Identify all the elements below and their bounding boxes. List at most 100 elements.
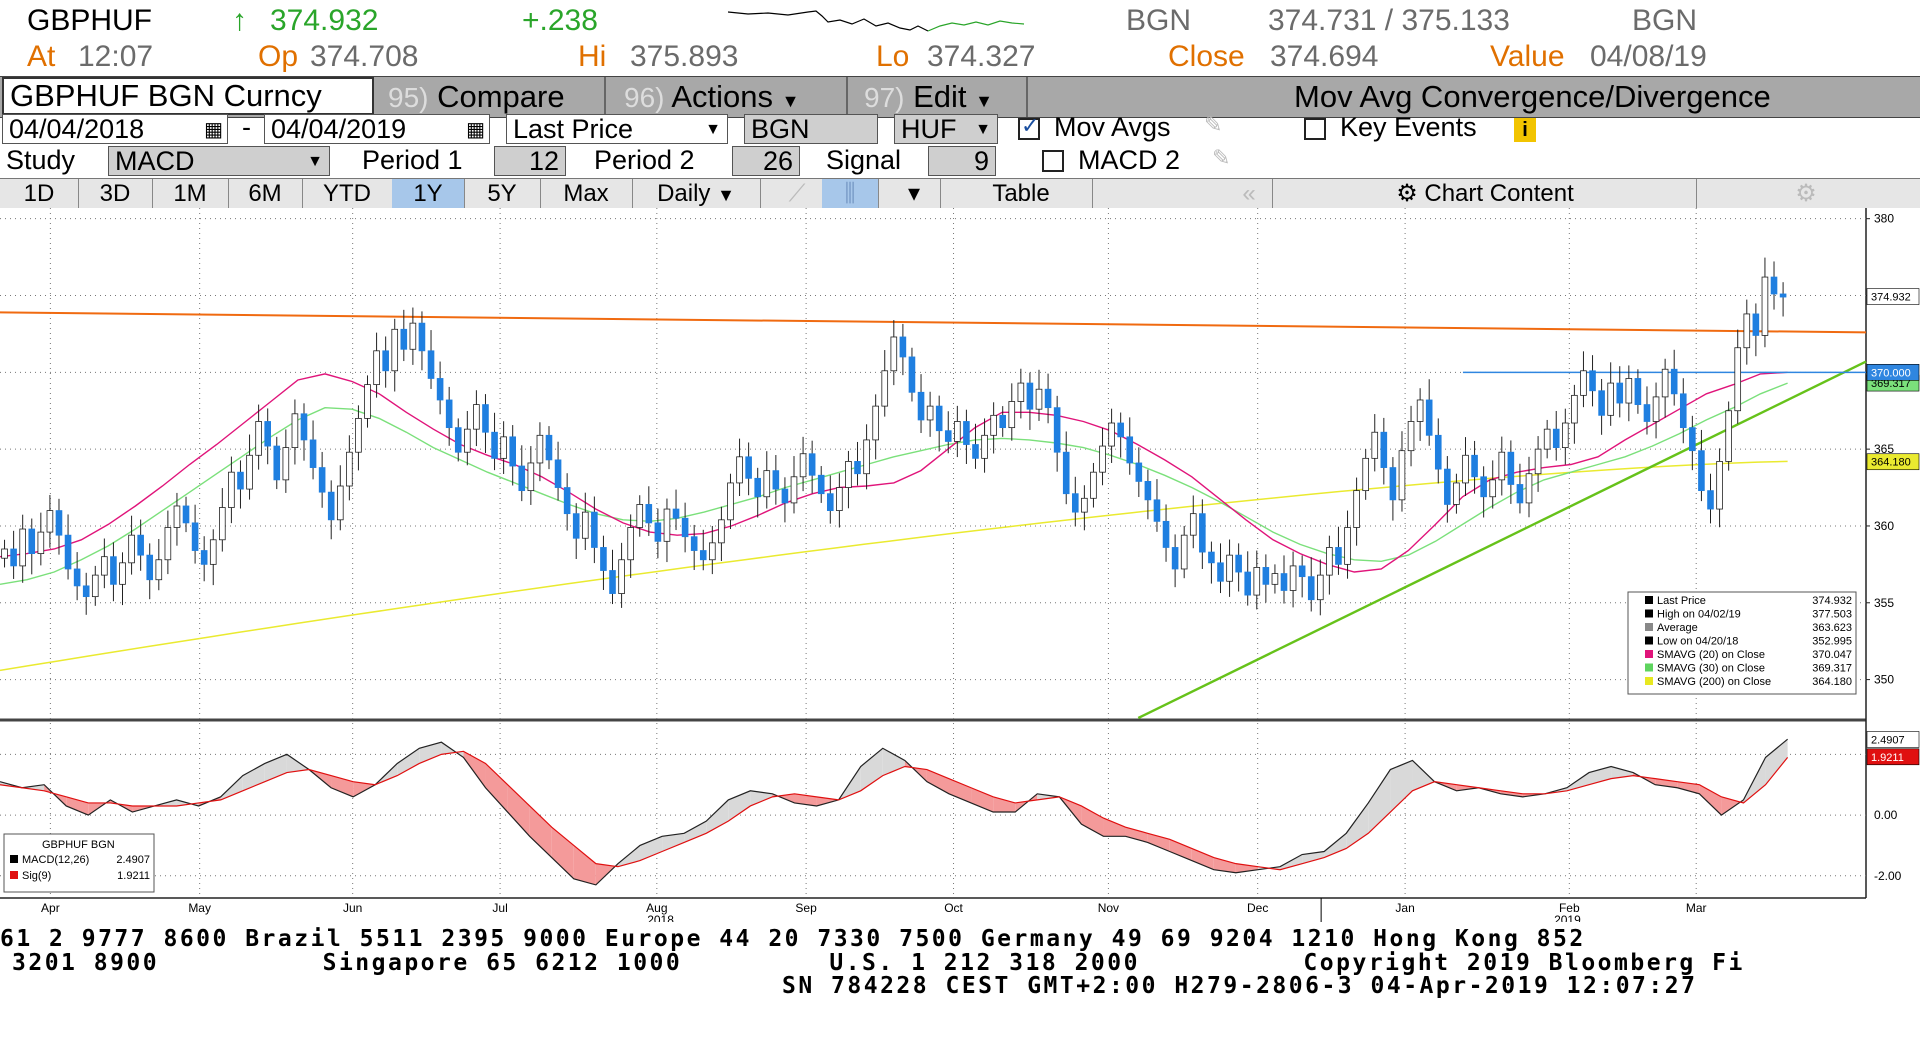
candle-body [346,451,353,487]
candle-body [663,508,671,542]
end-date-field[interactable]: 04/04/2019 ▦ [264,114,490,144]
signal-field[interactable]: 9 [928,146,996,176]
source-field[interactable]: BGN [744,114,878,144]
candle-body [1335,547,1342,565]
candle-body [1298,565,1306,578]
frequency-select[interactable]: Daily ▼ [632,179,761,209]
actions-menu[interactable]: 96) Actions ▼ [624,77,800,117]
pencil-icon[interactable]: ✎ [1212,145,1230,171]
pencil-icon[interactable]: ✎ [1204,112,1222,138]
candle-body [1353,490,1360,528]
candle-body [536,434,544,464]
candle-body [1589,370,1596,392]
month-tick-label: May [188,901,211,915]
candle-body [1643,404,1651,422]
candle-body [672,508,680,519]
year-label: 2019 [1554,913,1581,922]
signal-legend-swatch [10,871,18,879]
candle-body [1,548,8,559]
candle-body [727,482,734,521]
candle-body [926,405,934,421]
candle-body [119,562,126,585]
start-date-field[interactable]: 04/04/2018 ▦ [2,114,228,144]
candle-body [527,462,535,492]
candle-chart-icon[interactable]: ⫼ [822,179,879,209]
candle-body [400,328,408,350]
tab-3d[interactable]: 3D [78,179,153,209]
candle-body [799,453,807,478]
compare-menu[interactable]: 95) Compare [388,77,565,117]
period1-field[interactable]: 12 [494,146,566,176]
candle-body [736,456,743,484]
calendar-icon[interactable]: ▦ [466,116,485,144]
edit-menu[interactable]: 97) Edit ▼ [864,77,993,117]
candle-body [772,470,780,490]
candle-body [1425,399,1433,436]
candle-body [690,536,698,551]
settings-gear-icon[interactable]: ⚙ [1696,179,1916,209]
calendar-icon[interactable]: ▦ [204,116,223,144]
period2-label: Period 2 [594,145,695,175]
candle-body [155,559,163,581]
tab-6m[interactable]: 6M [228,179,303,209]
candle-body [101,556,108,576]
security-field[interactable]: GBPHUF BGN Curncy [2,77,374,115]
tab-1m[interactable]: 1M [152,179,229,209]
candle-body [1126,436,1134,464]
candle-body [854,461,861,475]
legend-swatch [1645,650,1653,658]
study-value: MACD [115,146,195,176]
currency-select[interactable]: HUF ▼ [894,114,998,144]
candle-body [336,485,344,521]
last-price: 374.932 [270,4,379,37]
candle-body [1670,368,1678,395]
candle-body [1144,480,1152,501]
candle-body [1552,428,1560,448]
tab-5y[interactable]: 5Y [464,179,541,209]
chart-content-button[interactable]: ⚙ Chart Content [1274,179,1697,209]
candle-body [1779,293,1787,298]
info-icon[interactable]: i [1514,118,1536,142]
legend-label: Average [1657,622,1698,634]
chart-type-dropdown-icon[interactable]: ▾ [888,179,941,209]
candle-body [291,413,299,449]
candle-body [718,519,725,544]
collapse-icon[interactable]: « [1226,179,1273,209]
mov-avgs-checkbox[interactable]: ✓ [1018,113,1040,140]
candle-body [645,504,653,524]
candle-body [1180,534,1188,570]
tab-1d[interactable]: 1D [0,179,79,209]
candle-body [972,444,979,459]
candle-body [1516,484,1524,504]
edit-dropdown-icon: ▼ [975,91,993,111]
candle-body [73,568,81,587]
candle-body [191,522,199,551]
candle-body [763,470,771,498]
period2-field[interactable]: 26 [732,146,800,176]
candle-body [908,356,916,393]
key-events-checkbox[interactable] [1304,118,1326,140]
table-button[interactable]: Table [950,179,1093,209]
legend-value: 364.180 [1812,676,1852,688]
candle-body [1407,421,1415,452]
candle-body [1434,434,1442,470]
candle-body [1707,490,1714,510]
line-chart-icon[interactable]: ⟋ [772,179,823,209]
tab-max[interactable]: Max [540,179,633,209]
candle-body [164,527,172,561]
tab-ytd[interactable]: YTD [302,179,393,209]
close-label: Close [1168,40,1245,73]
macd-chart[interactable]: 350355360365370375380374.932369.317370.0… [0,208,1920,922]
footer-contacts-1: 61 2 9777 8600 Brazil 5511 2395 9000 Eur… [0,926,1586,952]
macd2-checkbox[interactable] [1042,150,1064,172]
sma200-tag: 364.180 [1871,457,1911,469]
currency: HUF [901,114,957,144]
candle-body [1317,574,1324,601]
period1-label: Period 1 [362,145,463,175]
candle-body [790,476,798,504]
study-select[interactable]: MACD ▼ [108,146,330,176]
tab-1y[interactable]: 1Y [392,179,465,209]
price-type-select[interactable]: Last Price ▼ [506,114,728,144]
candle-body [500,436,507,459]
candle-body [808,453,816,476]
